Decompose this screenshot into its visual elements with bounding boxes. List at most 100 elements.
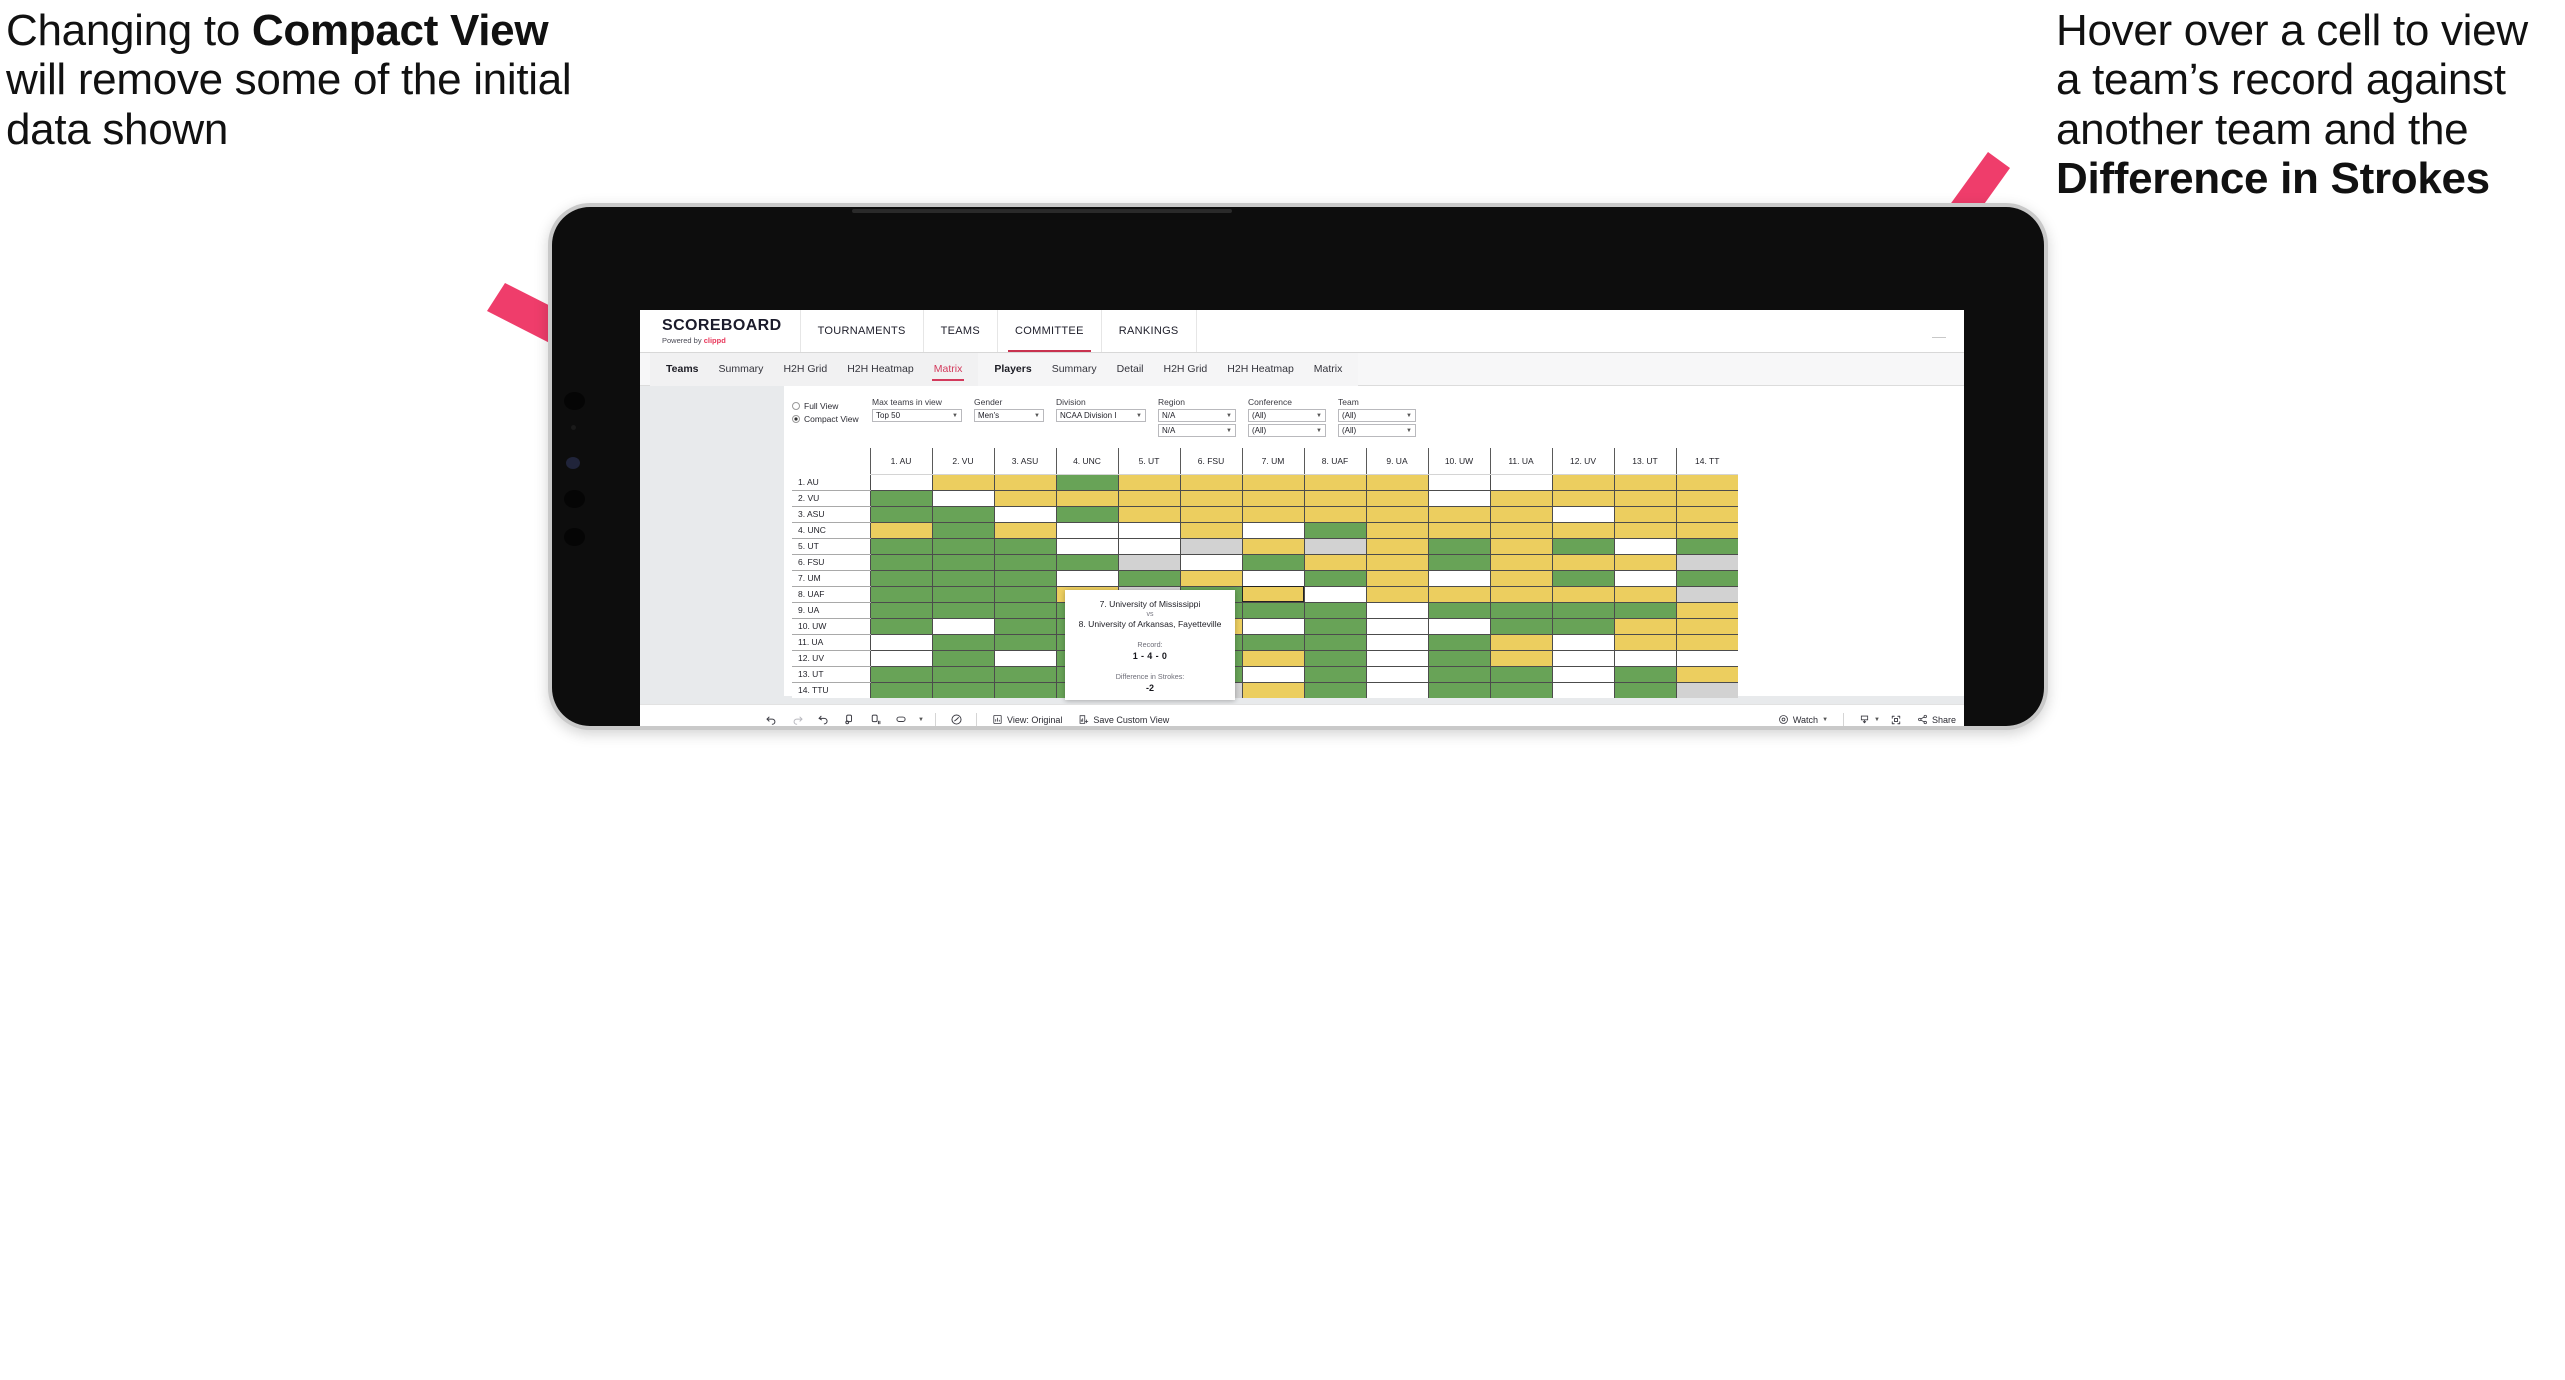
matrix-cell-14-14[interactable]: [1675, 682, 1738, 698]
matrix-cell-5-2[interactable]: [931, 538, 994, 555]
subnav-item-players-h2h-heatmap[interactable]: H2H Heatmap: [1217, 353, 1304, 386]
matrix-cell-13-7[interactable]: [1241, 666, 1304, 683]
matrix-cell-11-11[interactable]: [1489, 634, 1552, 651]
matrix-cell-4-10[interactable]: [1427, 522, 1490, 539]
matrix-cell-6-9[interactable]: [1365, 554, 1428, 571]
matrix-cell-10-8[interactable]: [1303, 618, 1366, 635]
matrix-cell-2-14[interactable]: [1675, 490, 1738, 507]
matrix-cell-13-1[interactable]: [869, 666, 932, 683]
matrix-cell-7-1[interactable]: [869, 570, 932, 587]
watch-button[interactable]: Watch ▼: [1770, 705, 1836, 727]
matrix-cell-8-12[interactable]: [1551, 586, 1614, 603]
matrix-cell-2-6[interactable]: [1179, 490, 1242, 507]
matrix-cell-4-13[interactable]: [1613, 522, 1676, 539]
matrix-cell-2-1[interactable]: [869, 490, 932, 507]
matrix-cell-14-9[interactable]: [1365, 682, 1428, 698]
matrix-cell-2-5[interactable]: [1117, 490, 1180, 507]
matrix-cell-4-5[interactable]: [1117, 522, 1180, 539]
matrix-cell-14-11[interactable]: [1489, 682, 1552, 698]
matrix-cell-7-9[interactable]: [1365, 570, 1428, 587]
matrix-cell-8-2[interactable]: [931, 586, 994, 603]
matrix-cell-9-8[interactable]: [1303, 602, 1366, 619]
matrix-cell-11-1[interactable]: [869, 634, 932, 651]
matrix-cell-9-1[interactable]: [869, 602, 932, 619]
matrix-cell-14-12[interactable]: [1551, 682, 1614, 698]
topnav-item-tournaments[interactable]: TOURNAMENTS: [801, 310, 924, 352]
subnav-item-players-summary[interactable]: Summary: [1042, 353, 1107, 386]
matrix-cell-2-3[interactable]: [993, 490, 1056, 507]
matrix-cell-6-8[interactable]: [1303, 554, 1366, 571]
matrix-cell-9-7[interactable]: [1241, 602, 1304, 619]
matrix-cell-3-8[interactable]: [1303, 506, 1366, 523]
matrix-cell-6-7[interactable]: [1241, 554, 1304, 571]
filter-conference-select-2[interactable]: (All) ▼: [1248, 424, 1326, 438]
matrix-cell-8-7[interactable]: [1241, 586, 1304, 603]
radio-full-view[interactable]: Full View: [792, 401, 872, 411]
matrix-cell-8-3[interactable]: [993, 586, 1056, 603]
matrix-cell-12-11[interactable]: [1489, 650, 1552, 667]
matrix-cell-3-13[interactable]: [1613, 506, 1676, 523]
matrix-cell-8-14[interactable]: [1675, 586, 1738, 603]
matrix-cell-12-2[interactable]: [931, 650, 994, 667]
matrix-cell-2-13[interactable]: [1613, 490, 1676, 507]
matrix-cell-3-12[interactable]: [1551, 506, 1614, 523]
rect-select-dropdown-icon[interactable]: ▼: [914, 705, 928, 727]
matrix-cell-9-14[interactable]: [1675, 602, 1738, 619]
matrix-cell-7-7[interactable]: [1241, 570, 1304, 587]
matrix-cell-5-4[interactable]: [1055, 538, 1118, 555]
matrix-cell-13-10[interactable]: [1427, 666, 1490, 683]
filter-conference-select-1[interactable]: (All) ▼: [1248, 409, 1326, 423]
matrix-cell-13-8[interactable]: [1303, 666, 1366, 683]
matrix-cell-9-2[interactable]: [931, 602, 994, 619]
fullscreen-icon[interactable]: [1883, 705, 1909, 727]
matrix-cell-2-11[interactable]: [1489, 490, 1552, 507]
matrix-cell-3-6[interactable]: [1179, 506, 1242, 523]
matrix-cell-3-1[interactable]: [869, 506, 932, 523]
filter-region-select-1[interactable]: N/A ▼: [1158, 409, 1236, 423]
matrix-cell-3-11[interactable]: [1489, 506, 1552, 523]
topnav-item-rankings[interactable]: RANKINGS: [1102, 310, 1197, 352]
share-button[interactable]: Share: [1909, 705, 1964, 727]
matrix-cell-7-10[interactable]: [1427, 570, 1490, 587]
matrix-cell-12-14[interactable]: [1675, 650, 1738, 667]
matrix-cell-10-10[interactable]: [1427, 618, 1490, 635]
matrix-cell-13-2[interactable]: [931, 666, 994, 683]
matrix-cell-3-14[interactable]: [1675, 506, 1738, 523]
alerts-icon[interactable]: [943, 705, 969, 727]
matrix-cell-4-7[interactable]: [1241, 522, 1304, 539]
matrix-cell-7-14[interactable]: [1675, 570, 1738, 587]
filter-team-select-1[interactable]: (All) ▼: [1338, 409, 1416, 423]
matrix-cell-2-12[interactable]: [1551, 490, 1614, 507]
matrix-cell-4-9[interactable]: [1365, 522, 1428, 539]
matrix-cell-8-11[interactable]: [1489, 586, 1552, 603]
matrix-cell-7-4[interactable]: [1055, 570, 1118, 587]
matrix-cell-12-1[interactable]: [869, 650, 932, 667]
matrix-cell-5-7[interactable]: [1241, 538, 1304, 555]
matrix-cell-9-10[interactable]: [1427, 602, 1490, 619]
matrix-cell-4-2[interactable]: [931, 522, 994, 539]
matrix-cell-1-5[interactable]: [1117, 474, 1180, 491]
matrix-cell-10-14[interactable]: [1675, 618, 1738, 635]
matrix-cell-1-6[interactable]: [1179, 474, 1242, 491]
matrix-cell-13-12[interactable]: [1551, 666, 1614, 683]
matrix-cell-1-7[interactable]: [1241, 474, 1304, 491]
matrix-cell-11-8[interactable]: [1303, 634, 1366, 651]
matrix-cell-5-11[interactable]: [1489, 538, 1552, 555]
subnav-item-teams-h2h-heatmap[interactable]: H2H Heatmap: [837, 353, 924, 386]
matrix-cell-1-9[interactable]: [1365, 474, 1428, 491]
matrix-cell-12-13[interactable]: [1613, 650, 1676, 667]
matrix-cell-7-12[interactable]: [1551, 570, 1614, 587]
matrix-cell-7-6[interactable]: [1179, 570, 1242, 587]
matrix-cell-4-1[interactable]: [869, 522, 932, 539]
matrix-cell-11-10[interactable]: [1427, 634, 1490, 651]
matrix-cell-6-3[interactable]: [993, 554, 1056, 571]
matrix-cell-12-3[interactable]: [993, 650, 1056, 667]
matrix-cell-6-1[interactable]: [869, 554, 932, 571]
matrix-cell-9-3[interactable]: [993, 602, 1056, 619]
matrix-cell-6-10[interactable]: [1427, 554, 1490, 571]
matrix-cell-14-8[interactable]: [1303, 682, 1366, 698]
matrix-cell-9-12[interactable]: [1551, 602, 1614, 619]
brand-logo[interactable]: SCOREBOARD Powered by clippd: [640, 310, 801, 352]
matrix-cell-6-14[interactable]: [1675, 554, 1738, 571]
matrix-cell-1-12[interactable]: [1551, 474, 1614, 491]
